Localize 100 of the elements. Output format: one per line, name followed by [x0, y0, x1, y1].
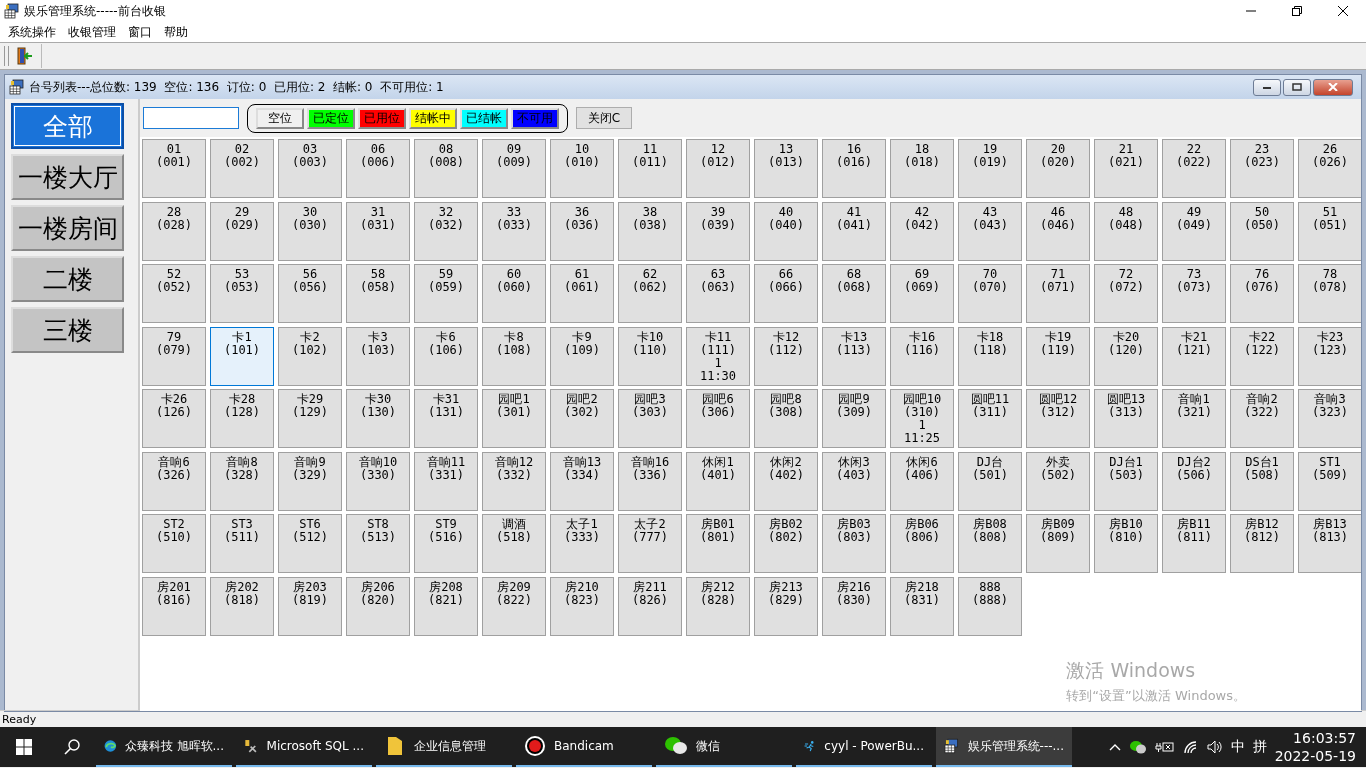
- status-legend-button[interactable]: 结帐中: [409, 107, 457, 129]
- table-tile[interactable]: 休闲1 (401): [686, 451, 750, 511]
- table-tile[interactable]: 太子2 (777): [618, 514, 682, 573]
- chevron-up-icon[interactable]: [1108, 743, 1121, 751]
- clock-time[interactable]: 16:03:57: [1293, 729, 1356, 747]
- table-tile[interactable]: 休闲6 (406): [890, 451, 954, 511]
- table-tile[interactable]: DJ台2 (506): [1162, 451, 1226, 511]
- table-tile[interactable]: 音响8 (328): [210, 451, 274, 511]
- menu-item[interactable]: 帮助: [158, 23, 194, 41]
- table-tile[interactable]: 卡1 (101): [210, 326, 274, 386]
- table-tile[interactable]: 11 (011): [618, 139, 682, 198]
- table-tile[interactable]: 41 (041): [822, 201, 886, 261]
- table-tile[interactable]: DS台1 (508): [1230, 451, 1294, 511]
- table-tile[interactable]: 43 (043): [958, 201, 1022, 261]
- chat-bubbles-icon[interactable]: [1128, 739, 1147, 755]
- table-tile[interactable]: 房218 (831): [890, 576, 954, 636]
- exit-door-button[interactable]: [15, 45, 35, 67]
- table-tile[interactable]: 61 (061): [550, 264, 614, 323]
- close-button[interactable]: 关闭C: [576, 107, 632, 129]
- table-tile[interactable]: 53 (053): [210, 264, 274, 323]
- table-tile[interactable]: DJ台1 (503): [1094, 451, 1158, 511]
- table-tile[interactable]: 69 (069): [890, 264, 954, 323]
- table-tile[interactable]: 46 (046): [1026, 201, 1090, 261]
- table-tile[interactable]: ST1 (509): [1298, 451, 1361, 511]
- table-tile[interactable]: 01 (001): [142, 139, 206, 198]
- table-tile[interactable]: 70 (070): [958, 264, 1022, 323]
- taskbar-app[interactable]: 企业信息管理: [376, 727, 512, 767]
- table-tile[interactable]: 卡31 (131): [414, 389, 478, 448]
- table-tile[interactable]: 园吧8 (308): [754, 389, 818, 448]
- table-tile[interactable]: 音响13 (334): [550, 451, 614, 511]
- table-tile[interactable]: 房210 (823): [550, 576, 614, 636]
- table-tile[interactable]: 28 (028): [142, 201, 206, 261]
- table-tile[interactable]: 68 (068): [822, 264, 886, 323]
- table-tile[interactable]: 23 (023): [1230, 139, 1294, 198]
- table-tile[interactable]: 卡11 (111) 1 11:30: [686, 326, 750, 386]
- table-tile[interactable]: 房B01 (801): [686, 514, 750, 573]
- table-tile[interactable]: 房B11 (811): [1162, 514, 1226, 573]
- table-tile[interactable]: ST6 (512): [278, 514, 342, 573]
- table-tile[interactable]: 51 (051): [1298, 201, 1361, 261]
- table-tile[interactable]: 76 (076): [1230, 264, 1294, 323]
- status-legend-button[interactable]: 已定位: [307, 107, 355, 129]
- ime-mode[interactable]: 中: [1230, 738, 1245, 756]
- table-tile[interactable]: 房209 (822): [482, 576, 546, 636]
- status-legend-button[interactable]: 已结帐: [460, 107, 508, 129]
- taskbar-app[interactable]: cyyl - PowerBu...: [796, 727, 932, 767]
- table-tile[interactable]: 12 (012): [686, 139, 750, 198]
- table-tile[interactable]: DJ台 (501): [958, 451, 1022, 511]
- table-tile[interactable]: 卡28 (128): [210, 389, 274, 448]
- table-tile[interactable]: 62 (062): [618, 264, 682, 323]
- table-tile[interactable]: 音响11 (331): [414, 451, 478, 511]
- category-button[interactable]: 全部: [11, 103, 124, 149]
- table-tile[interactable]: 卡3 (103): [346, 326, 410, 386]
- table-tile[interactable]: 卡29 (129): [278, 389, 342, 448]
- table-tile[interactable]: 房B06 (806): [890, 514, 954, 573]
- table-tile[interactable]: 20 (020): [1026, 139, 1090, 198]
- taskbar-app[interactable]: Microsoft SQL ...: [236, 727, 372, 767]
- table-tile[interactable]: ST9 (516): [414, 514, 478, 573]
- table-tile[interactable]: 59 (059): [414, 264, 478, 323]
- status-legend-button[interactable]: 空位: [256, 107, 304, 129]
- table-tile[interactable]: 园吧10 (310) 1 11:25: [890, 389, 954, 448]
- table-tile[interactable]: 房201 (816): [142, 576, 206, 636]
- table-tile[interactable]: 房B13 (813): [1298, 514, 1361, 573]
- table-tile[interactable]: 42 (042): [890, 201, 954, 261]
- clock-date[interactable]: 2022-05-19: [1274, 747, 1356, 765]
- table-tile[interactable]: 卡13 (113): [822, 326, 886, 386]
- table-tile[interactable]: 卡9 (109): [550, 326, 614, 386]
- table-tile[interactable]: 79 (079): [142, 326, 206, 386]
- table-tile[interactable]: 休闲2 (402): [754, 451, 818, 511]
- table-tile[interactable]: ST8 (513): [346, 514, 410, 573]
- category-button[interactable]: 一楼大厅: [11, 154, 124, 200]
- table-tile[interactable]: 园吧2 (302): [550, 389, 614, 448]
- table-tile[interactable]: 19 (019): [958, 139, 1022, 198]
- table-tile[interactable]: 09 (009): [482, 139, 546, 198]
- table-tile[interactable]: 29 (029): [210, 201, 274, 261]
- table-tile[interactable]: 园吧3 (303): [618, 389, 682, 448]
- category-button[interactable]: 二楼: [11, 256, 124, 302]
- table-tile[interactable]: 50 (050): [1230, 201, 1294, 261]
- table-tile[interactable]: 圆吧11 (311): [958, 389, 1022, 448]
- taskbar-app[interactable]: 微信: [656, 727, 792, 767]
- table-tile[interactable]: 16 (016): [822, 139, 886, 198]
- table-tile[interactable]: 音响6 (326): [142, 451, 206, 511]
- table-tile[interactable]: 圆吧12 (312): [1026, 389, 1090, 448]
- table-tile[interactable]: 房B09 (809): [1026, 514, 1090, 573]
- table-tile[interactable]: 园吧9 (309): [822, 389, 886, 448]
- table-tile[interactable]: 卡6 (106): [414, 326, 478, 386]
- table-tile[interactable]: 音响16 (336): [618, 451, 682, 511]
- table-tile[interactable]: 音响12 (332): [482, 451, 546, 511]
- table-tile[interactable]: 房206 (820): [346, 576, 410, 636]
- table-tile[interactable]: 30 (030): [278, 201, 342, 261]
- table-tile[interactable]: 房B08 (808): [958, 514, 1022, 573]
- table-tile[interactable]: 08 (008): [414, 139, 478, 198]
- table-tile[interactable]: 31 (031): [346, 201, 410, 261]
- table-tile[interactable]: 房212 (828): [686, 576, 750, 636]
- table-tile[interactable]: 音响3 (323): [1298, 389, 1361, 448]
- table-tile[interactable]: 卡18 (118): [958, 326, 1022, 386]
- table-tile[interactable]: 音响10 (330): [346, 451, 410, 511]
- table-tile[interactable]: 房208 (821): [414, 576, 478, 636]
- table-tile[interactable]: 卡30 (130): [346, 389, 410, 448]
- table-tile[interactable]: 卡23 (123): [1298, 326, 1361, 386]
- table-tile[interactable]: 房B03 (803): [822, 514, 886, 573]
